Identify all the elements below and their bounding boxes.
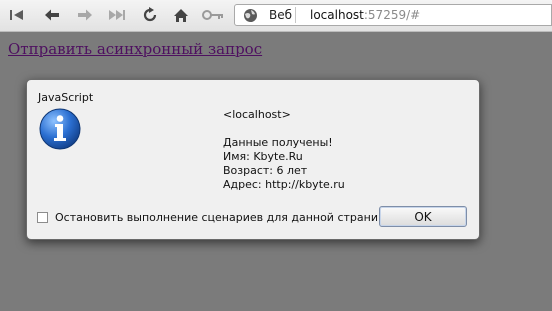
address-bar[interactable]: Веб localhost:57259/# (234, 4, 552, 26)
info-icon (39, 108, 81, 154)
stop-scripts-option[interactable]: Остановить выполнение сценариев для данн… (37, 209, 394, 225)
dialog-title: JavaScript (38, 91, 94, 104)
fast-forward-icon[interactable] (106, 4, 128, 26)
url-port-path: :57259/# (363, 8, 421, 22)
dialog-message: Данные получены! Имя: Kbyte.Ru Возраст: … (223, 136, 345, 192)
key-icon[interactable] (201, 4, 225, 26)
back-icon[interactable] (41, 4, 63, 26)
url-host: localhost (310, 8, 364, 22)
async-request-link[interactable]: Отправить асинхронный запрос (8, 40, 262, 58)
globe-icon (243, 8, 258, 27)
stop-scripts-label[interactable]: Остановить выполнение сценариев для данн… (55, 211, 394, 224)
message-line: Возраст: 6 лет (223, 164, 308, 177)
site-info-label[interactable]: Веб (269, 8, 292, 22)
message-line: Данные получены! (223, 136, 333, 149)
message-line: Адрес: http://kbyte.ru (223, 178, 345, 191)
javascript-alert-dialog: JavaScript <localhost> Данные получены! … (26, 79, 480, 240)
message-line: Имя: Kbyte.Ru (223, 150, 303, 163)
dialog-host: <localhost> (223, 108, 291, 121)
browser-toolbar: Веб localhost:57259/# (0, 0, 552, 32)
reload-icon[interactable] (139, 4, 161, 26)
stop-scripts-checkbox[interactable] (37, 211, 48, 223)
address-separator (295, 7, 296, 23)
first-page-icon[interactable] (6, 4, 28, 26)
forward-icon[interactable] (74, 4, 96, 26)
ok-button[interactable]: OK (379, 206, 467, 227)
url-text[interactable]: localhost:57259/# (310, 8, 420, 22)
home-icon[interactable] (170, 4, 192, 26)
